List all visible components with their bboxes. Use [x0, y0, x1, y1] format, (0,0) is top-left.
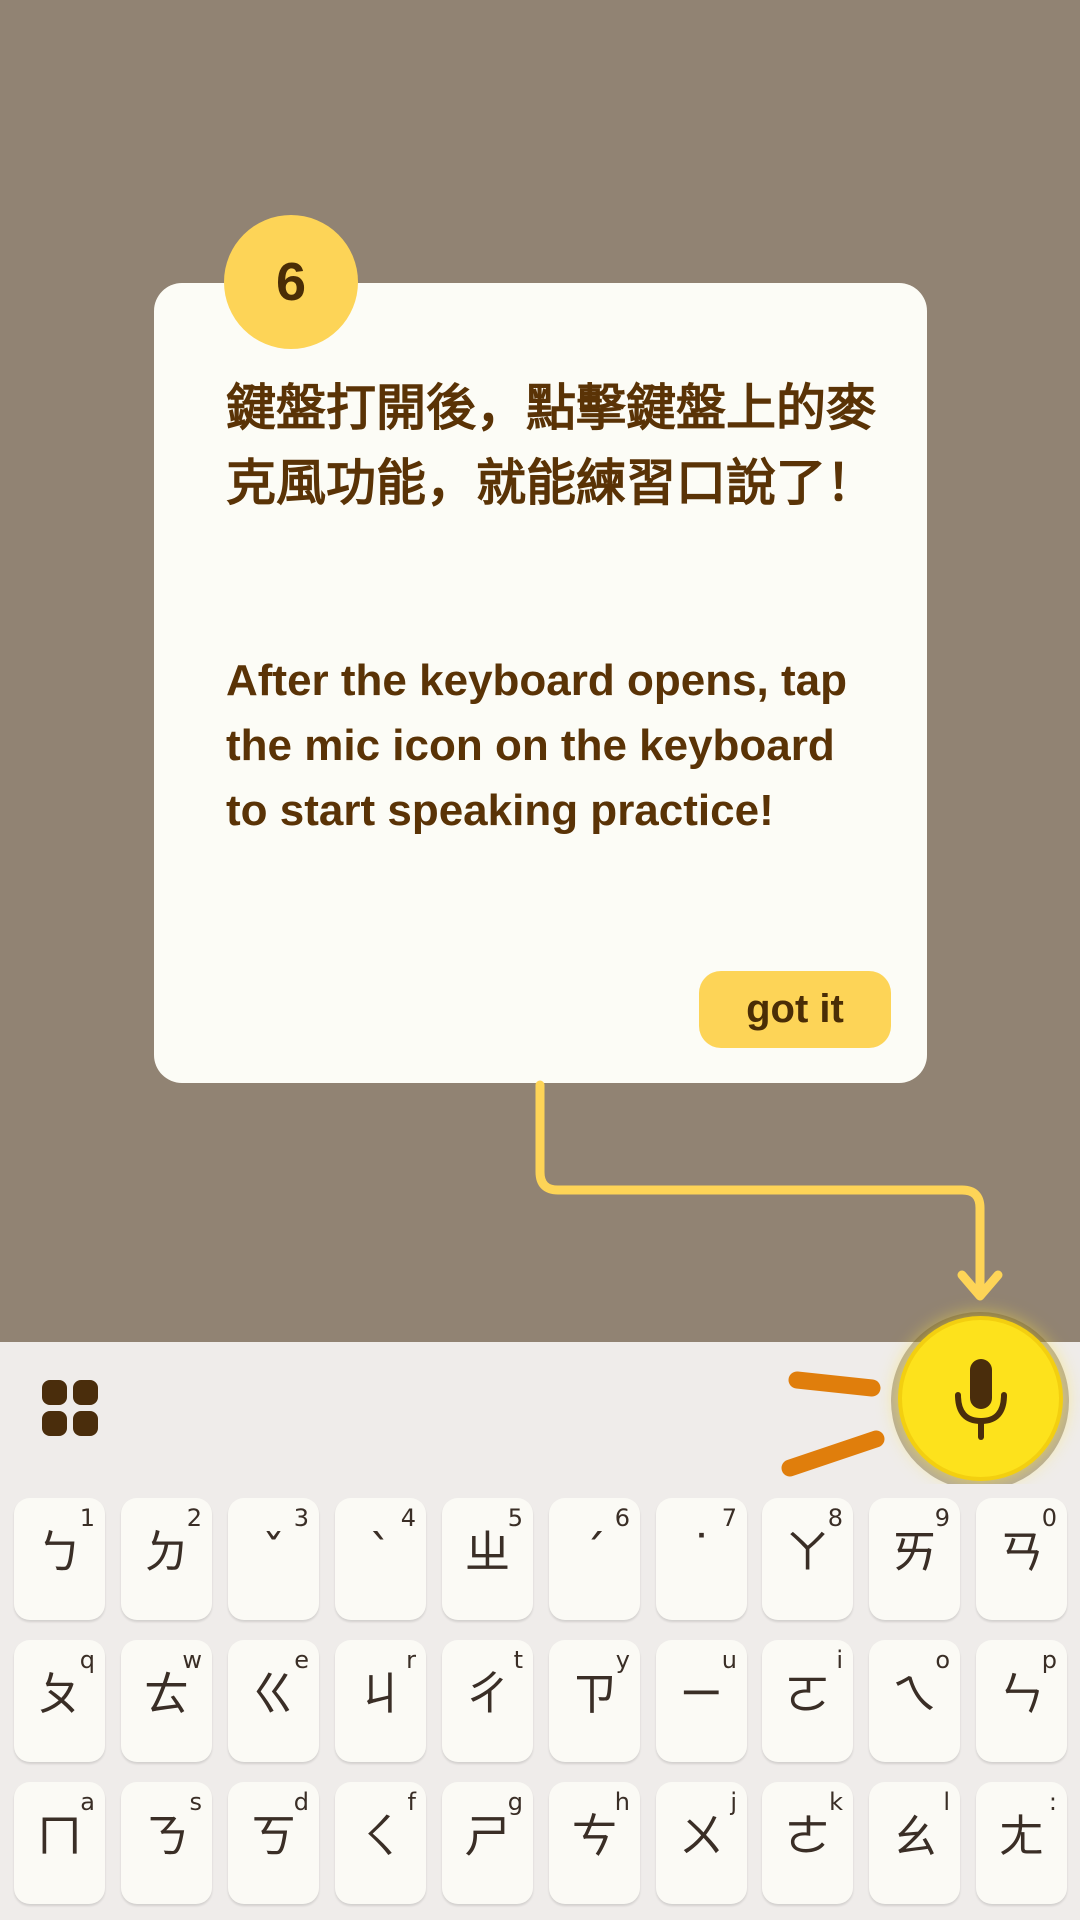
key-hint: :	[1048, 1788, 1057, 1816]
keyboard-key[interactable]: ㄅ1	[14, 1498, 105, 1620]
keyboard-key[interactable]: ㄘh	[549, 1782, 640, 1904]
keyboard-key[interactable]: ˋ4	[335, 1498, 426, 1620]
key-hint: g	[507, 1788, 523, 1816]
key-hint: 7	[721, 1504, 737, 1532]
keyboard-key[interactable]: ㄑf	[335, 1782, 426, 1904]
keyboard-key[interactable]: ㄉ2	[121, 1498, 212, 1620]
keyboard-key[interactable]: ㄓ5	[442, 1498, 533, 1620]
key-hint: e	[294, 1646, 309, 1674]
zhuyin-keyboard: ㄅ 1 ㄉ 2 ˇ 3 ˋ 4 ㄓ 5 ˊ 6 ˙ 7 ㄚ 8 ㄞ 9 ㄢ 0 ㄆ q ㄊ w ㄍ e ㄐ r ㄔ t ㄗ y ㄧ u ㄛ i ㄟ o ㄣ p…	[0, 1484, 1080, 1920]
key-hint: 4	[400, 1504, 416, 1532]
keyboard-key[interactable]: ㄇa	[14, 1782, 105, 1904]
keyboard-key[interactable]: ˊ6	[549, 1498, 640, 1620]
keyboard-key[interactable]: ㄕg	[442, 1782, 533, 1904]
key-hint: i	[836, 1646, 843, 1674]
key-hint: h	[614, 1788, 630, 1816]
key-hint: 2	[186, 1504, 202, 1532]
key-hint: 0	[1041, 1504, 1057, 1532]
key-hint: 1	[79, 1504, 95, 1532]
key-hint: l	[943, 1788, 950, 1816]
emphasis-strokes	[781, 1371, 885, 1477]
keyboard-key[interactable]: ㄧu	[656, 1640, 747, 1762]
keyboard-key[interactable]: ㄟo	[869, 1640, 960, 1762]
key-hint: d	[293, 1788, 309, 1816]
key-hint: j	[730, 1788, 737, 1816]
keyboard-key[interactable]: ㄆq	[14, 1640, 105, 1762]
keyboard-key[interactable]: ㄤ:	[976, 1782, 1067, 1904]
key-hint: q	[79, 1646, 95, 1674]
key-hint: w	[182, 1646, 202, 1674]
key-hint: p	[1041, 1646, 1057, 1674]
keyboard-key[interactable]: ㄋs	[121, 1782, 212, 1904]
key-hint: 3	[293, 1504, 309, 1532]
key-hint: s	[189, 1788, 202, 1816]
keyboard-key[interactable]: ㄞ9	[869, 1498, 960, 1620]
key-hint: 6	[614, 1504, 630, 1532]
key-hint: 8	[827, 1504, 843, 1532]
keyboard-key[interactable]: ㄐr	[335, 1640, 426, 1762]
key-hint: y	[615, 1646, 630, 1674]
keyboard-key[interactable]: ㄚ8	[762, 1498, 853, 1620]
key-hint: o	[935, 1646, 950, 1674]
keyboard-key[interactable]: ㄎd	[228, 1782, 319, 1904]
key-hint: 9	[934, 1504, 950, 1532]
microphone-button[interactable]	[902, 1320, 1059, 1477]
microphone-icon	[954, 1358, 1007, 1440]
key-hint: k	[829, 1788, 843, 1816]
keyboard-key[interactable]: ㄗy	[549, 1640, 640, 1762]
keyboard-key[interactable]: ㄛi	[762, 1640, 853, 1762]
key-hint: u	[721, 1646, 737, 1674]
keyboard-key[interactable]: ㄨj	[656, 1782, 747, 1904]
keyboard-key[interactable]: ㄢ0	[976, 1498, 1067, 1620]
key-hint: f	[407, 1788, 416, 1816]
keyboard-key[interactable]: ㄔt	[442, 1640, 533, 1762]
keyboard-key[interactable]: ㄣp	[976, 1640, 1067, 1762]
keyboard-key[interactable]: ˙ 7	[656, 1498, 747, 1620]
key-hint: t	[513, 1646, 523, 1674]
key-hint: a	[80, 1788, 95, 1816]
keyboard-key[interactable]: ㄠl	[869, 1782, 960, 1904]
keyboard-key[interactable]: ㄊw	[121, 1640, 212, 1762]
keyboard-key[interactable]: ㄜk	[762, 1782, 853, 1904]
keyboard-key[interactable]: ㄍe	[228, 1640, 319, 1762]
key-hint: r	[406, 1646, 416, 1674]
key-hint: 5	[507, 1504, 523, 1532]
keyboard-key[interactable]: ˇ3	[228, 1498, 319, 1620]
